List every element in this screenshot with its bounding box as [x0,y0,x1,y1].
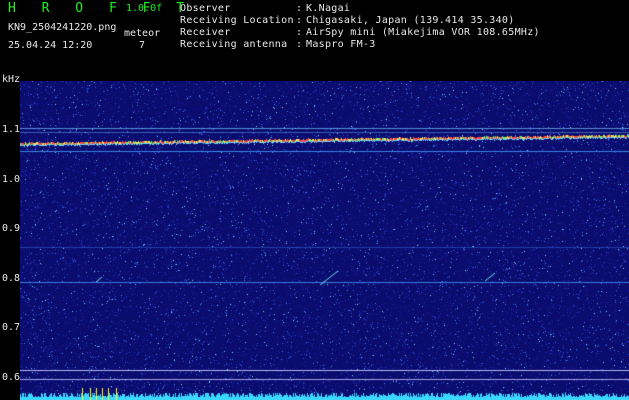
meteor-count: 7 [139,40,146,51]
y-tick-label: 0.8 [2,273,21,284]
hrofft-window: H R O F F T 1.0.0f KN9_2504241220.png me… [0,0,629,400]
info-colon: : [296,3,303,14]
y-tick-label: 1.1 [2,124,21,135]
y-tick-label: 0.7 [2,322,21,333]
info-value-location: Chigasaki, Japan (139.414 35.340) [306,15,515,26]
version-label: 1.0.0f [126,3,163,14]
info-value-antenna: Maspro FM-3 [306,39,376,50]
app-logo: H R O F F T [8,1,194,16]
spectrogram-canvas [20,81,629,400]
info-key-receiver: Receiver [180,27,231,38]
meteor-label: meteor [124,28,161,39]
info-colon: : [296,15,303,26]
spectrogram-panel [20,81,629,400]
y-tick-label: 1.0 [2,174,21,185]
info-value-observer: K.Nagai [306,3,351,14]
info-key-observer: Observer [180,3,231,14]
info-colon: : [296,39,303,50]
datetime-label: 25.04.24 12:20 [8,40,93,51]
info-key-location: Receiving Location [180,15,294,26]
y-axis-unit: kHz [2,74,21,85]
info-colon: : [296,27,303,38]
y-tick-label: 0.6 [2,372,21,383]
y-tick-label: 0.9 [2,223,21,234]
info-key-antenna: Receiving antenna [180,39,288,50]
filename-label: KN9_2504241220.png [8,22,117,33]
info-value-receiver: AirSpy mini (Miakejima VOR 108.65MHz) [306,27,540,38]
